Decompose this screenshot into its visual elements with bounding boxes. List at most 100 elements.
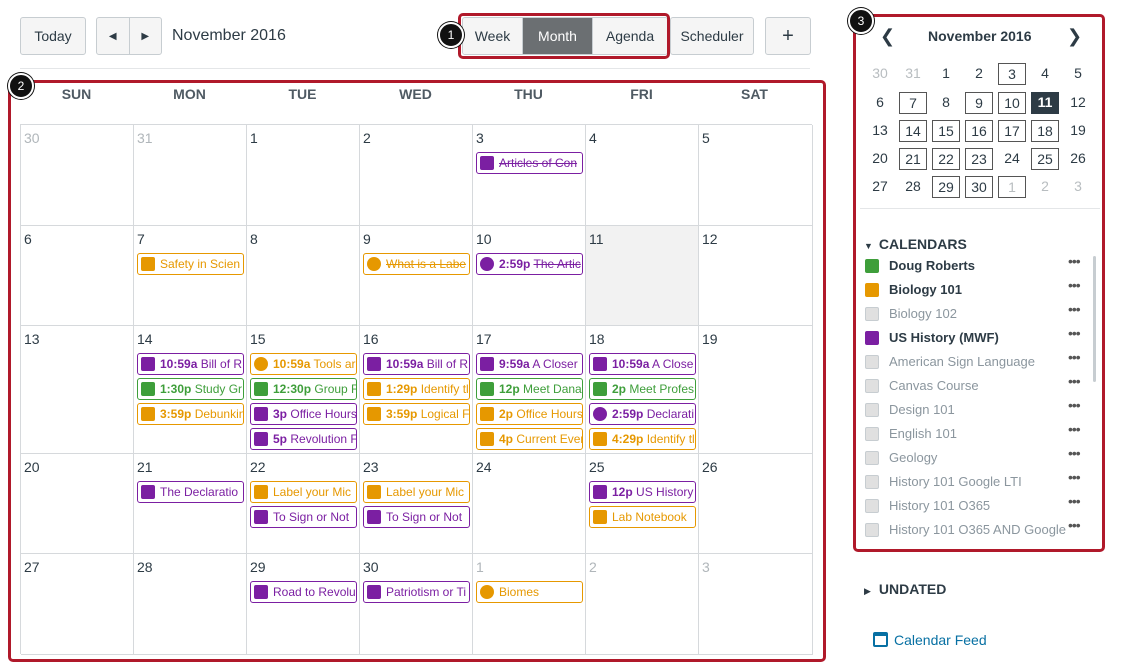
day-cell[interactable]: 13 [21,326,134,454]
scheduler-button[interactable]: Scheduler [670,17,754,55]
more-options-icon[interactable]: ••• [1068,277,1081,293]
calendar-color-checkbox[interactable] [865,283,879,297]
calendar-list-scrollbar[interactable] [1093,256,1096,382]
day-cell[interactable]: 6 [21,226,134,326]
calendar-item[interactable]: History 101 O365 ••• [865,493,1085,516]
mini-calendar-day[interactable]: 3 [998,63,1026,85]
calendar-event[interactable]: Lab Notebook [589,506,696,528]
calendar-item[interactable]: Geology ••• [865,445,1085,468]
day-cell[interactable]: 4 [586,125,699,226]
calendar-event[interactable]: 12p Meet Dana [476,378,583,400]
day-cell[interactable]: 10 2:59p The Artic [473,226,586,326]
day-cell[interactable]: 19 [699,326,813,454]
calendar-event[interactable]: The Declaratio [137,481,244,503]
mini-calendar-day[interactable]: 4 [1031,63,1059,85]
mini-calendar-day[interactable]: 25 [1031,148,1059,170]
calendar-event[interactable]: Safety in Scien [137,253,244,275]
mini-calendar-day[interactable]: 1 [932,63,960,85]
calendar-event[interactable]: 3p Office Hours [250,403,357,425]
mini-calendar-day[interactable]: 15 [932,120,960,142]
calendar-color-checkbox[interactable] [865,499,879,513]
day-cell[interactable]: 17 9:59a A Closer 12p Meet Dana 2p Office H… [473,326,586,454]
more-options-icon[interactable]: ••• [1068,517,1081,533]
calendar-event[interactable]: 10:59a Tools ar [250,353,357,375]
mini-calendar-day[interactable]: 1 [998,176,1026,198]
mini-calendar-day[interactable]: 8 [932,92,960,114]
day-cell[interactable]: 30 [21,125,134,226]
more-options-icon[interactable]: ••• [1068,325,1081,341]
calendar-item[interactable]: Canvas Course ••• [865,373,1085,396]
calendar-item[interactable]: Design 101 ••• [865,397,1085,420]
day-cell[interactable]: 23 Label your Mic To Sign or Not [360,454,473,554]
undated-toggle[interactable]: ▶ UNDATED [864,581,946,597]
calendar-item[interactable]: American Sign Language ••• [865,349,1085,372]
calendar-event[interactable]: Road to Revolu [250,581,357,603]
calendar-event[interactable]: Label your Mic [363,481,470,503]
day-cell[interactable]: 7 Safety in Scien [134,226,247,326]
calendar-color-checkbox[interactable] [865,451,879,465]
mini-calendar-day[interactable]: 11 [1031,92,1059,114]
day-cell[interactable]: 8 [247,226,360,326]
mini-calendar-day[interactable]: 5 [1064,63,1092,85]
mini-calendar-day[interactable]: 2 [1031,176,1059,198]
calendar-event[interactable]: Articles of Con [476,152,583,174]
tab-agenda[interactable]: Agenda [593,18,667,54]
calendar-event[interactable]: 9:59a A Closer [476,353,583,375]
calendar-event[interactable]: To Sign or Not [250,506,357,528]
calendar-item[interactable]: History 101 Google LTI ••• [865,469,1085,492]
day-cell[interactable]: 2 [360,125,473,226]
day-cell[interactable]: 24 [473,454,586,554]
day-cell[interactable]: 22 Label your Mic To Sign or Not [247,454,360,554]
day-cell[interactable]: 18 10:59a A Close 2p Meet Profes 2:59p Decl… [586,326,699,454]
tab-week[interactable]: Week [463,18,523,54]
mini-calendar-day[interactable]: 27 [866,176,894,198]
more-options-icon[interactable]: ••• [1068,469,1081,485]
mini-calendar-day[interactable]: 22 [932,148,960,170]
mini-calendar-day[interactable]: 31 [899,63,927,85]
day-cell[interactable]: 27 [21,554,134,655]
mini-calendar-day[interactable]: 19 [1064,120,1092,142]
calendar-color-checkbox[interactable] [865,331,879,345]
calendar-event[interactable]: 10:59a A Close [589,353,696,375]
calendar-event[interactable]: 12p US History [589,481,696,503]
calendar-item[interactable]: Biology 102 ••• [865,301,1085,324]
more-options-icon[interactable]: ••• [1068,397,1081,413]
day-cell[interactable]: 1 [247,125,360,226]
calendar-color-checkbox[interactable] [865,259,879,273]
calendar-event[interactable]: Label your Mic [250,481,357,503]
mini-calendar-day[interactable]: 20 [866,148,894,170]
day-cell[interactable]: 28 [134,554,247,655]
mini-next-icon[interactable]: ❯ [1067,26,1082,47]
calendar-event[interactable]: 5p Revolution F [250,428,357,450]
mini-calendar-day[interactable]: 18 [1031,120,1059,142]
calendar-color-checkbox[interactable] [865,379,879,393]
next-month-icon[interactable]: ▶ [130,18,162,54]
more-options-icon[interactable]: ••• [1068,349,1081,365]
calendar-item[interactable]: Doug Roberts ••• [865,253,1085,276]
calendar-event[interactable]: 12:30p Group F [250,378,357,400]
day-cell[interactable]: 5 [699,125,813,226]
calendar-event[interactable]: 2p Office Hours [476,403,583,425]
day-cell[interactable]: 20 [21,454,134,554]
day-cell[interactable]: 11 [586,226,699,326]
day-cell[interactable]: 31 [134,125,247,226]
day-cell[interactable]: 21 The Declaratio [134,454,247,554]
calendar-event[interactable]: 3:59p Logical F [363,403,470,425]
calendar-event[interactable]: Biomes [476,581,583,603]
more-options-icon[interactable]: ••• [1068,445,1081,461]
mini-calendar-day[interactable]: 21 [899,148,927,170]
more-options-icon[interactable]: ••• [1068,301,1081,317]
day-cell[interactable]: 1 Biomes [473,554,586,655]
mini-calendar-day[interactable]: 26 [1064,148,1092,170]
day-cell[interactable]: 3 [699,554,813,655]
mini-calendar-day[interactable]: 6 [866,92,894,114]
mini-calendar-day[interactable]: 7 [899,92,927,114]
calendar-feed-link[interactable]: Calendar Feed [873,632,987,648]
day-cell[interactable]: 3 Articles of Con [473,125,586,226]
mini-calendar-day[interactable]: 16 [965,120,993,142]
day-cell[interactable]: 25 12p US History Lab Notebook [586,454,699,554]
calendar-color-checkbox[interactable] [865,427,879,441]
calendar-color-checkbox[interactable] [865,475,879,489]
mini-prev-icon[interactable]: ❮ [880,26,895,47]
calendar-event[interactable]: 4p Current Ever [476,428,583,450]
